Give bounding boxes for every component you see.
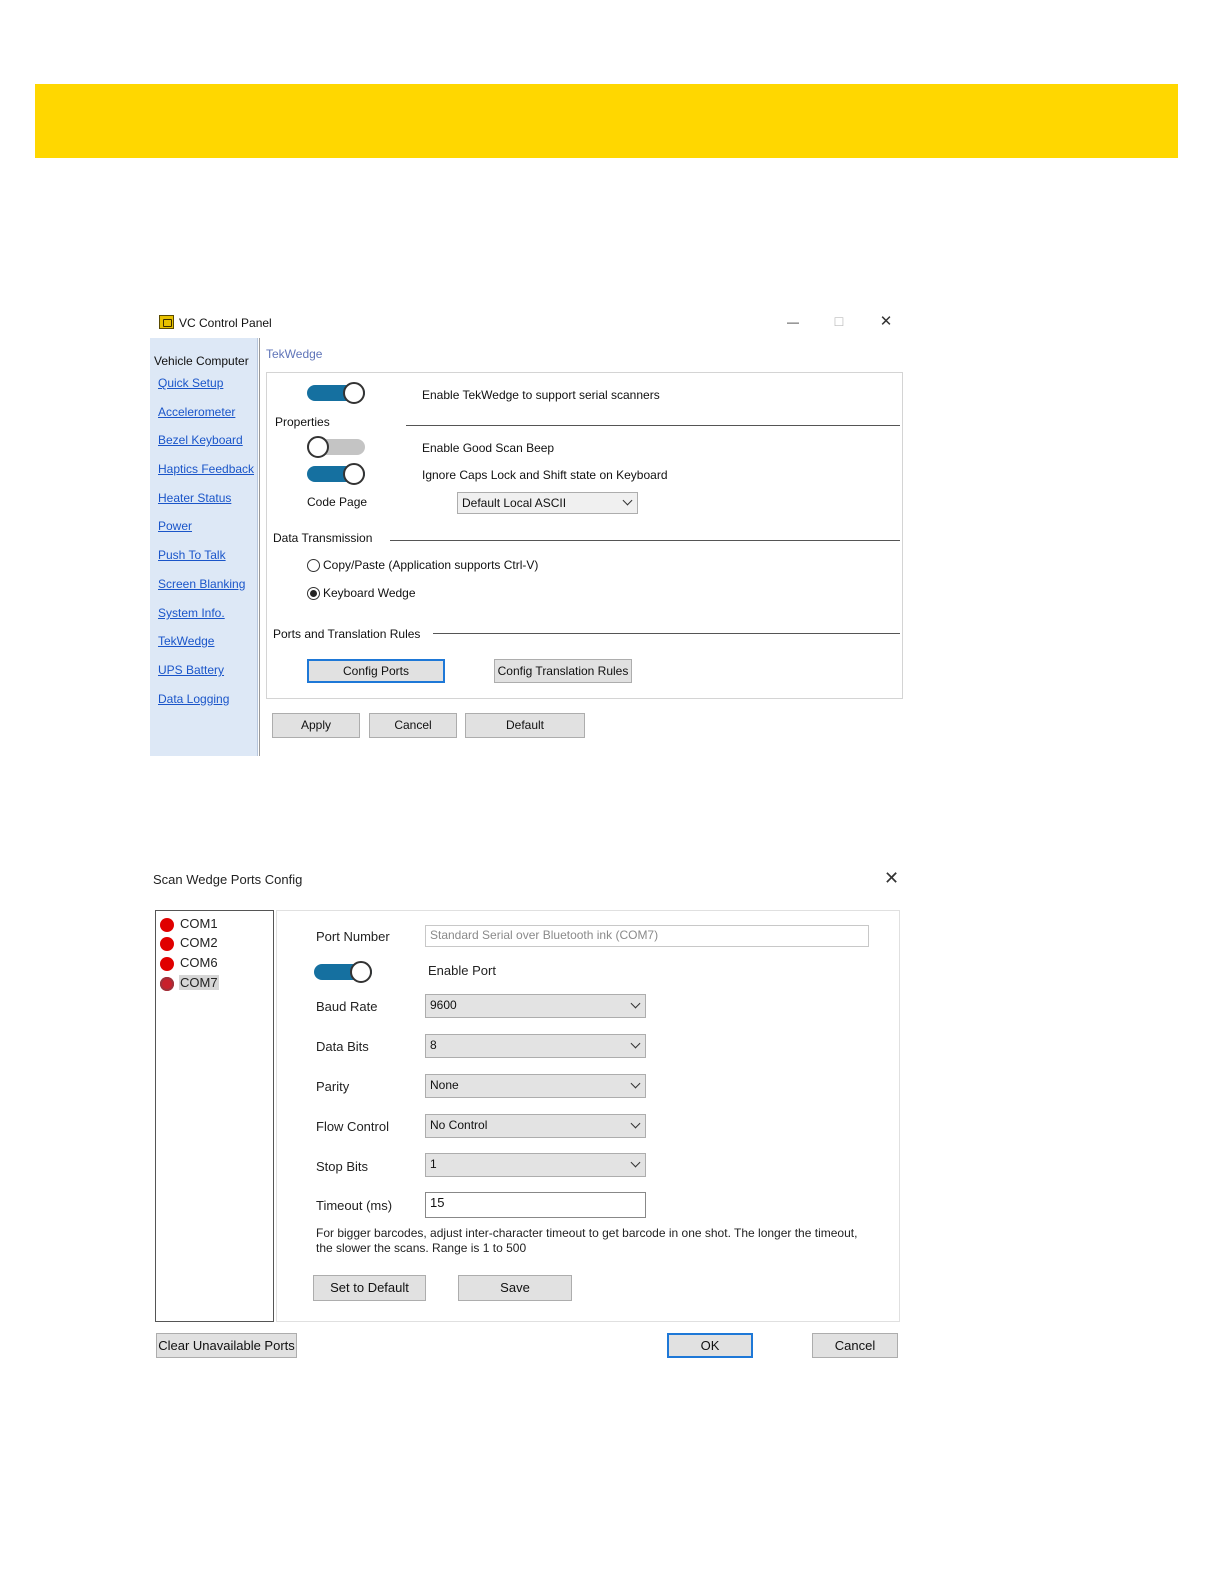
sidebar-item-heater-status[interactable]: Heater Status [158, 491, 231, 505]
copy-paste-label: Copy/Paste (Application supports Ctrl-V) [323, 558, 539, 572]
enable-tekwedge-toggle[interactable] [307, 382, 367, 404]
sidebar-item-tekwedge[interactable]: TekWedge [158, 634, 214, 648]
ignore-caps-label: Ignore Caps Lock and Shift state on Keyb… [422, 468, 668, 482]
code-page-label: Code Page [307, 495, 368, 509]
set-to-default-button[interactable]: Set to Default [313, 1275, 426, 1301]
code-page-select[interactable]: Default Local ASCII [457, 492, 638, 514]
enable-port-label: Enable Port [428, 963, 496, 978]
port-number-label: Port Number [316, 929, 390, 944]
port-config-panel: Port Number Standard Serial over Bluetoo… [276, 910, 900, 1322]
status-dot-icon [160, 918, 174, 932]
sidebar-item-accelerometer[interactable]: Accelerometer [158, 405, 235, 419]
chevron-down-icon [622, 495, 633, 506]
vc-control-panel-window: VC Control Panel — ☐ ✕ Vehicle Computer … [150, 306, 906, 756]
keyboard-wedge-radio[interactable] [307, 587, 320, 600]
parity-select[interactable]: None [425, 1074, 646, 1098]
sidebar-divider [259, 338, 260, 756]
data-transmission-section-label: Data Transmission [273, 531, 373, 545]
default-button[interactable]: Default [465, 713, 585, 738]
ignore-caps-toggle[interactable] [307, 463, 367, 485]
close-icon[interactable]: ✕ [874, 310, 898, 334]
timeout-help-text-1: For bigger barcodes, adjust inter-charac… [316, 1226, 858, 1240]
code-page-value: Default Local ASCII [462, 496, 567, 510]
baud-rate-select[interactable]: 9600 [425, 994, 646, 1018]
ports-rules-divider [433, 633, 900, 634]
timeout-help-text-2: the slower the scans. Range is 1 to 500 [316, 1241, 527, 1255]
chevron-down-icon [630, 1078, 641, 1089]
chevron-down-icon [630, 1118, 641, 1129]
sidebar: Vehicle Computer Quick Setup Acceleromet… [150, 338, 258, 756]
chevron-down-icon [630, 1157, 641, 1168]
properties-section-label: Properties [275, 415, 330, 429]
minimize-icon[interactable]: — [781, 310, 805, 334]
tekwedge-settings-panel: Enable TekWedge to support serial scanne… [266, 372, 903, 699]
timeout-input[interactable]: 15 [425, 1192, 646, 1218]
header-banner [35, 84, 1178, 158]
config-translation-rules-button[interactable]: Config Translation Rules [494, 659, 632, 683]
chevron-down-icon [630, 998, 641, 1009]
dialog-cancel-button[interactable]: Cancel [812, 1333, 898, 1358]
sidebar-title: Vehicle Computer [154, 354, 249, 368]
cancel-button[interactable]: Cancel [369, 713, 457, 738]
sidebar-item-haptics-feedback[interactable]: Haptics Feedback [158, 462, 254, 476]
flow-control-label: Flow Control [316, 1119, 389, 1134]
stop-bits-select[interactable]: 1 [425, 1153, 646, 1177]
data-bits-label: Data Bits [316, 1039, 369, 1054]
timeout-label: Timeout (ms) [316, 1198, 393, 1213]
sidebar-item-ups-battery[interactable]: UPS Battery [158, 663, 224, 677]
ports-rules-section-label: Ports and Translation Rules [273, 627, 421, 641]
app-icon [159, 315, 174, 329]
keyboard-wedge-label: Keyboard Wedge [323, 586, 416, 600]
apply-button[interactable]: Apply [272, 713, 360, 738]
port-list: COM1 COM2 COM6 COM7 [155, 910, 274, 1322]
sidebar-item-data-logging[interactable]: Data Logging [158, 692, 229, 706]
maximize-icon[interactable]: ☐ [827, 310, 851, 334]
breadcrumb: TekWedge [266, 347, 323, 361]
window-title: VC Control Panel [179, 316, 272, 330]
sidebar-item-power[interactable]: Power [158, 519, 192, 533]
status-dot-icon [160, 977, 174, 991]
parity-label: Parity [316, 1079, 350, 1094]
baud-rate-label: Baud Rate [316, 999, 378, 1014]
flow-control-value: No Control [430, 1118, 488, 1132]
enable-tekwedge-label: Enable TekWedge to support serial scanne… [422, 388, 660, 402]
data-bits-value: 8 [430, 1038, 437, 1052]
port-number-field[interactable]: Standard Serial over Bluetooth ink (COM7… [425, 925, 869, 947]
chevron-down-icon [630, 1038, 641, 1049]
good-scan-beep-toggle[interactable] [307, 436, 367, 458]
config-ports-button[interactable]: Config Ports [307, 659, 445, 683]
sidebar-item-quick-setup[interactable]: Quick Setup [158, 376, 223, 390]
status-dot-icon [160, 957, 174, 971]
sidebar-item-screen-blanking[interactable]: Screen Blanking [158, 577, 245, 591]
sidebar-item-bezel-keyboard[interactable]: Bezel Keyboard [158, 433, 243, 447]
stop-bits-label: Stop Bits [316, 1159, 369, 1174]
status-dot-icon [160, 937, 174, 951]
sidebar-item-push-to-talk[interactable]: Push To Talk [158, 548, 226, 562]
good-scan-beep-label: Enable Good Scan Beep [422, 441, 555, 455]
parity-value: None [430, 1078, 459, 1092]
data-transmission-divider [390, 540, 900, 541]
baud-rate-value: 9600 [430, 998, 457, 1012]
data-bits-select[interactable]: 8 [425, 1034, 646, 1058]
save-button[interactable]: Save [458, 1275, 572, 1301]
ok-button[interactable]: OK [667, 1333, 753, 1358]
properties-divider [406, 425, 900, 426]
clear-unavailable-ports-button[interactable]: Clear Unavailable Ports [156, 1333, 297, 1358]
flow-control-select[interactable]: No Control [425, 1114, 646, 1138]
scan-wedge-ports-config-dialog: Scan Wedge Ports Config ✕ COM1 COM2 COM6… [150, 862, 906, 1368]
sidebar-item-system-info[interactable]: System Info. [158, 606, 225, 620]
copy-paste-radio[interactable] [307, 559, 320, 572]
dialog-title: Scan Wedge Ports Config [153, 872, 303, 887]
enable-port-toggle[interactable] [314, 961, 374, 983]
stop-bits-value: 1 [430, 1157, 437, 1171]
close-icon[interactable]: ✕ [884, 868, 899, 889]
